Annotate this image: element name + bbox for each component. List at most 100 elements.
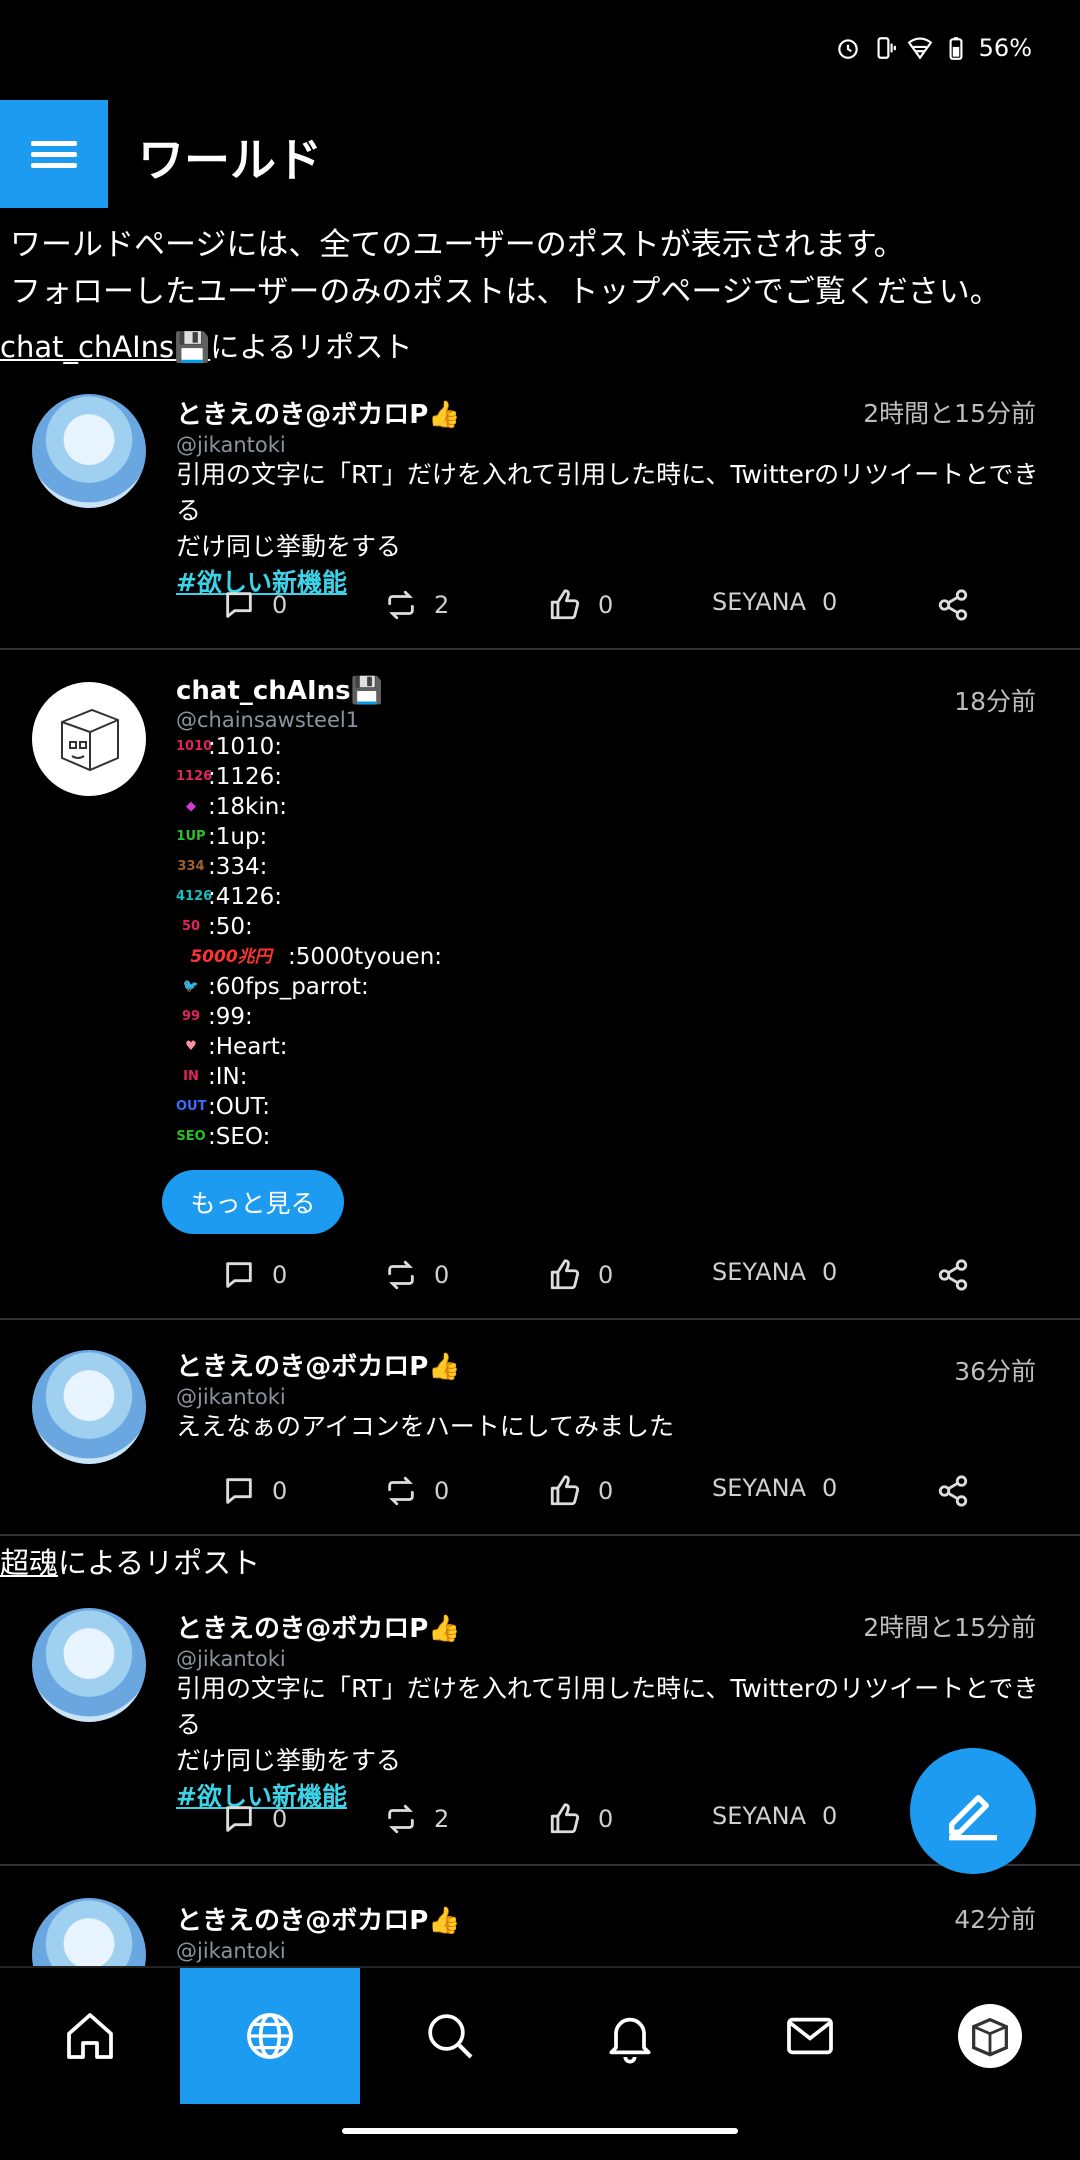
repost-user-link[interactable]: 超魂	[0, 1546, 58, 1580]
reply-count: 0	[272, 1261, 288, 1289]
avatar[interactable]	[32, 1608, 146, 1722]
repost-icon	[388, 1804, 414, 1834]
nav-messages[interactable]	[720, 1968, 900, 2104]
like-button[interactable]: 0	[548, 1474, 613, 1508]
like-button[interactable]: 0	[548, 588, 613, 622]
like-button[interactable]: 0	[548, 1258, 613, 1292]
share-button[interactable]	[936, 1258, 970, 1292]
reply-count: 0	[272, 591, 288, 619]
repost-count: 2	[434, 591, 450, 619]
repost-label: chat_chAIns💾によるリポスト	[0, 324, 412, 366]
seyana-count: 0	[821, 588, 838, 616]
post-time: 2時間と15分前	[863, 399, 1036, 428]
custom-emoji-icon: 1010	[176, 739, 213, 754]
post-actions: 0 0 0 SEYANA 0	[0, 1258, 1080, 1298]
like-count: 0	[598, 1805, 614, 1833]
seyana-button[interactable]: SEYANA 0	[712, 1258, 837, 1286]
profile-avatar	[958, 2004, 1022, 2068]
post-text: ええなぁのアイコンをハートにしてみました	[176, 1412, 675, 1441]
custom-emoji-icon: ◆	[186, 799, 196, 814]
home-icon	[67, 2013, 113, 2059]
repost-button[interactable]: 2	[384, 588, 449, 622]
reply-button[interactable]: 0	[222, 1474, 287, 1508]
reply-count: 0	[272, 1805, 288, 1833]
post-author-name[interactable]: chat_chAIns💾	[176, 676, 1058, 706]
like-count: 0	[598, 1477, 614, 1505]
post[interactable]: ときえのき@ボカロP👍 @jikantoki ええなぁのアイコンをハートにしてみ…	[0, 1320, 1080, 1536]
nav-world[interactable]	[180, 1968, 360, 2104]
custom-emoji-icon: 1UP	[176, 829, 206, 844]
notice-line-2: フォローしたユーザーのみのポストは、トップページでご覧ください。	[10, 274, 1001, 310]
menu-button[interactable]	[0, 100, 108, 208]
nav-profile[interactable]	[900, 1968, 1080, 2104]
status-bar: 56%	[0, 0, 1080, 100]
post-author-handle: @jikantoki	[176, 1647, 286, 1671]
avatar[interactable]	[32, 394, 146, 508]
thumbs-up-icon	[550, 1259, 580, 1290]
repost-button[interactable]: 2	[384, 1802, 449, 1836]
seyana-label: SEYANA	[712, 1802, 806, 1830]
nav-search[interactable]	[360, 1968, 540, 2104]
emoji-line: 🐦:60fps_parrot:	[176, 972, 1058, 1002]
share-button[interactable]	[936, 1474, 970, 1508]
notice-line-1: ワールドページには、全てのユーザーのポストが表示されます。	[10, 227, 905, 263]
reply-button[interactable]: 0	[222, 1258, 287, 1292]
post-author-handle: @jikantoki	[176, 1385, 286, 1409]
post[interactable]: ときえのき@ボカロP👍 @jikantoki 引用の文字に「RT」だけを入れて引…	[0, 372, 1080, 650]
emoji-shortcode: :50:	[208, 914, 253, 940]
emoji-shortcode: :Heart:	[208, 1034, 288, 1060]
repost-button[interactable]: 0	[384, 1258, 449, 1292]
post[interactable]: ときえのき@ボカロP👍 @jikantoki RT 42分前	[0, 1866, 1080, 1966]
share-button[interactable]	[936, 588, 970, 622]
repost-button[interactable]: 0	[384, 1474, 449, 1508]
repost-icon	[388, 1260, 414, 1290]
avatar[interactable]	[32, 1898, 146, 1966]
custom-emoji-icon: 5000兆円	[190, 947, 272, 967]
post-author-handle: @jikantoki	[176, 1939, 286, 1963]
seyana-label: SEYANA	[712, 1474, 806, 1502]
seyana-button[interactable]: SEYANA 0	[712, 1802, 837, 1830]
avatar[interactable]	[32, 1350, 146, 1464]
post-time: 42分前	[954, 1905, 1036, 1934]
post-text-line: だけ同じ挙動をする	[176, 532, 402, 561]
emoji-shortcode: :4126:	[208, 884, 283, 910]
seyana-count: 0	[821, 1258, 838, 1286]
battery-percent: 56%	[978, 34, 1032, 62]
emoji-shortcode: :OUT:	[208, 1094, 270, 1120]
seyana-count: 0	[821, 1474, 838, 1502]
avatar[interactable]	[32, 682, 146, 796]
post-time: 18分前	[954, 687, 1036, 716]
compose-button[interactable]	[910, 1748, 1036, 1874]
like-button[interactable]: 0	[548, 1802, 613, 1836]
emoji-line: ◆ :18kin:	[176, 792, 1058, 822]
seyana-button[interactable]: SEYANA 0	[712, 588, 837, 616]
post-author-name[interactable]: ときえのき@ボカロP👍	[176, 1346, 1058, 1383]
reply-count: 0	[272, 1477, 288, 1505]
gesture-bar[interactable]	[342, 2128, 738, 2134]
nav-notifications[interactable]	[540, 1968, 720, 2104]
post-actions: 0 2 0 SEYANA 0	[0, 588, 1080, 628]
post-author-name[interactable]: ときえのき@ボカロP👍	[176, 1900, 1058, 1937]
seyana-button[interactable]: SEYANA 0	[712, 1474, 837, 1502]
reply-button[interactable]: 0	[222, 588, 287, 622]
repost-count: 2	[434, 1805, 450, 1833]
emoji-shortcode: :18kin:	[208, 794, 288, 820]
box-avatar-drawing	[972, 2017, 1008, 2057]
show-more-button[interactable]: もっと見る	[162, 1170, 344, 1234]
nav-home[interactable]	[0, 1968, 180, 2104]
emoji-line: 4126:4126:	[176, 882, 1058, 912]
emoji-shortcode: :334:	[208, 854, 268, 880]
repost-suffix: によるリポスト	[58, 1546, 261, 1580]
battery-icon	[949, 37, 963, 60]
post-text: 引用の文字に「RT」だけを入れて引用した時に、Twitterのリツイートとできる…	[176, 457, 1058, 565]
custom-emoji-icon: IN	[183, 1069, 199, 1084]
post-time: 2時間と15分前	[863, 1613, 1036, 1642]
custom-emoji-icon: SEO	[176, 1129, 206, 1144]
reply-button[interactable]: 0	[222, 1802, 287, 1836]
repost-suffix: によるリポスト	[210, 330, 413, 364]
emoji-line: 334:334:	[176, 852, 1058, 882]
repost-user-link[interactable]: chat_chAIns💾	[0, 330, 210, 364]
emoji-line: SEO:SEO:	[176, 1122, 1058, 1152]
post[interactable]: chat_chAIns💾 @chainsawsteel1 1010:1010: 1…	[0, 650, 1080, 1320]
like-count: 0	[598, 591, 614, 619]
